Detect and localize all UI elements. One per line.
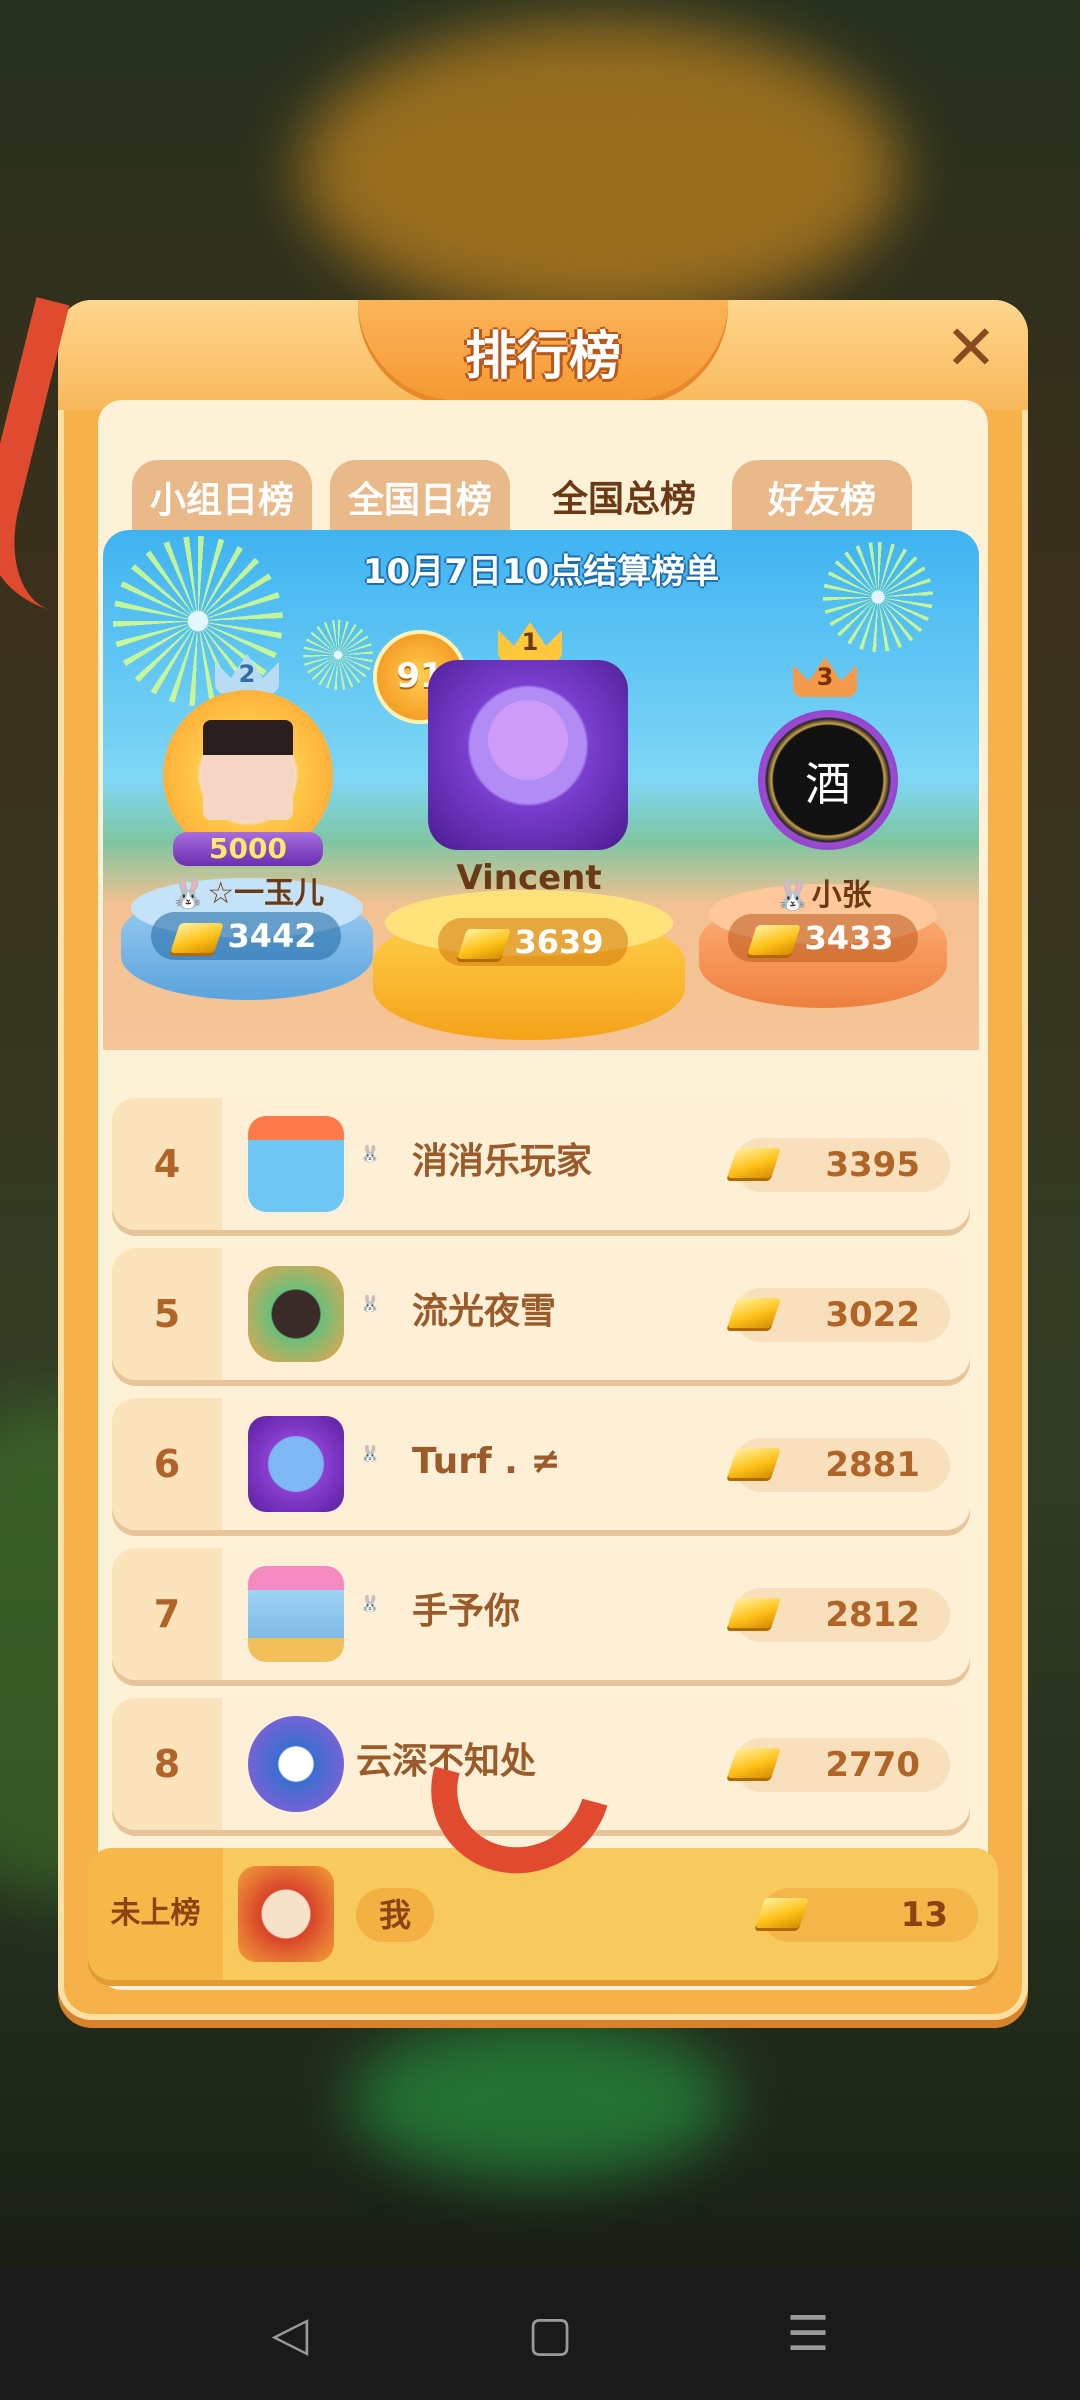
- third-score: 3433: [728, 914, 918, 962]
- back-button[interactable]: ◁: [260, 2304, 320, 2364]
- rabbit-friend-icon: 🐰: [360, 1294, 380, 1313]
- rank-number: 7: [112, 1548, 222, 1680]
- rabbit-friend-icon: 🐰: [774, 878, 812, 913]
- tab-friends[interactable]: 好友榜: [732, 460, 912, 540]
- menu-button[interactable]: ☰: [778, 2304, 838, 2364]
- gold-bar-icon: [457, 929, 512, 959]
- avatar[interactable]: [248, 1116, 344, 1212]
- rabbit-friend-icon: 🐰: [360, 1444, 380, 1463]
- rank-number: 6: [112, 1398, 222, 1530]
- player-name: 消消乐玩家: [412, 1141, 593, 1182]
- navigation-bar: ◁ ▢ ☰: [0, 2268, 1080, 2400]
- rabbit-friend-icon: 🐰: [360, 1594, 380, 1613]
- player-name: 手予你: [412, 1591, 521, 1632]
- close-button[interactable]: ✕: [936, 314, 1006, 384]
- second-name: 🐰☆一玉儿: [169, 876, 325, 911]
- my-name-tag: 我: [356, 1888, 434, 1942]
- avatar[interactable]: [248, 1716, 344, 1812]
- my-rank-label: 未上榜: [88, 1848, 223, 1980]
- player-name: 流光夜雪: [412, 1291, 557, 1332]
- tab-group-daily[interactable]: 小组日榜: [132, 460, 312, 540]
- home-button[interactable]: ▢: [520, 2304, 580, 2364]
- first-name: Vincent: [456, 858, 602, 898]
- player-name: Turf . ≠: [412, 1441, 561, 1482]
- table-row[interactable]: 4 🐰 消消乐玩家 3395: [112, 1098, 970, 1230]
- rabbit-friend-icon: 🐰: [360, 1144, 380, 1163]
- second-score: 3442: [151, 912, 341, 960]
- firework-decoration: [303, 620, 373, 690]
- tab-national-daily[interactable]: 全国日榜: [330, 460, 510, 540]
- leaderboard-title: 排行榜: [464, 327, 621, 387]
- rank-number: 4: [112, 1098, 222, 1230]
- table-row[interactable]: 7 🐰 手予你 2812: [112, 1548, 970, 1680]
- rank-number: 5: [112, 1248, 222, 1380]
- crown-icon-third: 3: [793, 645, 857, 697]
- title-plate: 排行榜: [358, 300, 728, 400]
- crown-icon-first: 1: [498, 610, 562, 662]
- gold-bar-icon: [170, 923, 225, 953]
- avatar[interactable]: [248, 1416, 344, 1512]
- tab-bar: 小组日榜 全国日榜 全国总榜 好友榜: [88, 452, 998, 540]
- avatar[interactable]: [248, 1566, 344, 1662]
- avatar-first[interactable]: [428, 660, 628, 850]
- tab-national-total[interactable]: 全国总榜: [534, 452, 714, 540]
- my-avatar[interactable]: [238, 1866, 334, 1962]
- rabbit-friend-icon: 🐰: [169, 876, 208, 911]
- third-name: 🐰小张: [774, 878, 872, 913]
- frame-badge: 5000: [173, 832, 323, 866]
- close-icon: ✕: [945, 311, 997, 384]
- gold-bar-icon: [747, 925, 802, 955]
- table-row[interactable]: 5 🐰 流光夜雪 3022: [112, 1248, 970, 1380]
- firework-decoration: [823, 542, 933, 652]
- avatar[interactable]: [248, 1266, 344, 1362]
- rank-number: 8: [112, 1698, 222, 1830]
- crown-icon-second: 2: [215, 642, 279, 694]
- first-score: 3639: [438, 918, 628, 966]
- avatar-third[interactable]: 酒: [758, 710, 898, 850]
- table-row[interactable]: 6 🐰 Turf . ≠ 2881: [112, 1398, 970, 1530]
- podium-area: 10月7日10点结算榜单 2 5000 🐰☆一玉儿 3442 1 91 Vinc…: [103, 530, 979, 1050]
